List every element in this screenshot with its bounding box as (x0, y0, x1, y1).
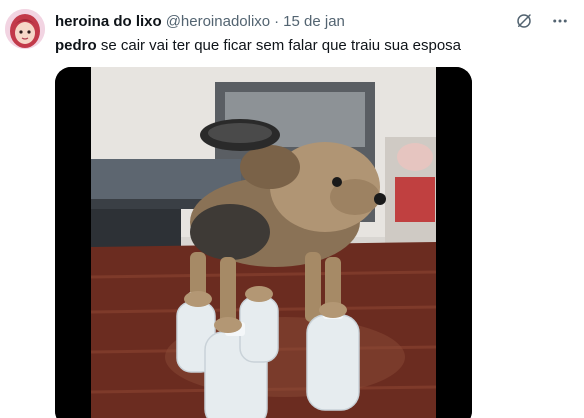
author-display-name[interactable]: heroina do lixo (55, 13, 162, 30)
tweet-actions-top (514, 11, 570, 31)
grok-icon[interactable] (514, 11, 534, 31)
tweet-text-bold: pedro (55, 37, 97, 54)
author-handle[interactable]: @heroinadolixo (166, 13, 270, 30)
more-options-icon[interactable] (550, 11, 570, 31)
tweet-media-video[interactable] (55, 67, 472, 418)
tweet-text: pedro se cair vai ter que ficar sem fala… (55, 36, 461, 56)
video-thumbnail (55, 67, 472, 418)
tweet-header: heroina do lixo @heroinadolixo · 15 de j… (55, 11, 504, 31)
avatar[interactable] (5, 9, 45, 49)
tweet-timestamp[interactable]: 15 de jan (283, 13, 345, 30)
separator-dot: · (274, 12, 280, 30)
tweet-text-rest: se cair vai ter que ficar sem falar que … (96, 37, 462, 54)
tweet[interactable]: heroina do lixo @heroinadolixo · 15 de j… (0, 0, 584, 418)
